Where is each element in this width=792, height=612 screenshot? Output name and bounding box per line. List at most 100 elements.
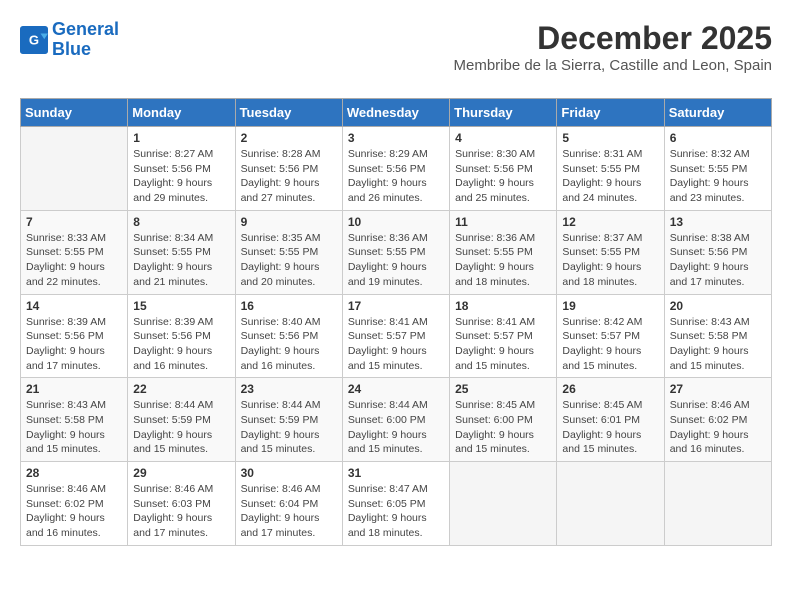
day-info: Sunrise: 8:45 AM Sunset: 6:01 PM Dayligh… [562,398,658,457]
calendar-cell [557,462,664,546]
calendar-cell: 25Sunrise: 8:45 AM Sunset: 6:00 PM Dayli… [450,378,557,462]
day-number: 16 [241,299,337,313]
day-info: Sunrise: 8:33 AM Sunset: 5:55 PM Dayligh… [26,231,122,290]
day-info: Sunrise: 8:27 AM Sunset: 5:56 PM Dayligh… [133,147,229,206]
day-info: Sunrise: 8:43 AM Sunset: 5:58 PM Dayligh… [26,398,122,457]
day-number: 24 [348,382,444,396]
calendar-cell: 20Sunrise: 8:43 AM Sunset: 5:58 PM Dayli… [664,294,771,378]
calendar-cell: 5 Sunrise: 8:31 AM Sunset: 5:55 PM Daylig… [557,127,664,211]
day-number: 17 [348,299,444,313]
header-sunday: Sunday [21,99,128,127]
calendar-cell: 4 Sunrise: 8:30 AM Sunset: 5:56 PM Daylig… [450,127,557,211]
calendar-cell: 15 Sunrise: 8:39 AM Sunset: 5:56 PM Dayli… [128,294,235,378]
day-info: Sunrise: 8:47 AM Sunset: 6:05 PM Dayligh… [348,482,444,541]
day-info: Sunrise: 8:31 AM Sunset: 5:55 PM Dayligh… [562,147,658,206]
calendar-cell: 19 Sunrise: 8:42 AM Sunset: 5:57 PM Dayli… [557,294,664,378]
calendar-cell: 24 Sunrise: 8:44 AM Sunset: 6:00 PM Dayli… [342,378,449,462]
calendar-cell: 10Sunrise: 8:36 AM Sunset: 5:55 PM Dayli… [342,210,449,294]
header-friday: Friday [557,99,664,127]
calendar-cell: 29Sunrise: 8:46 AM Sunset: 6:03 PM Dayli… [128,462,235,546]
day-number: 27 [670,382,766,396]
day-number: 26 [562,382,658,396]
calendar-cell: 26 Sunrise: 8:45 AM Sunset: 6:01 PM Dayli… [557,378,664,462]
calendar-cell: 2 Sunrise: 8:28 AM Sunset: 5:56 PM Daylig… [235,127,342,211]
day-number: 18 [455,299,551,313]
calendar-cell: 13Sunrise: 8:38 AM Sunset: 5:56 PM Dayli… [664,210,771,294]
day-number: 5 [562,131,658,145]
header-wednesday: Wednesday [342,99,449,127]
day-number: 4 [455,131,551,145]
day-info: Sunrise: 8:30 AM Sunset: 5:56 PM Dayligh… [455,147,551,206]
day-number: 22 [133,382,229,396]
logo-line1: General [52,19,119,39]
calendar-cell: 16 Sunrise: 8:40 AM Sunset: 5:56 PM Dayli… [235,294,342,378]
calendar-week-5: 28 Sunrise: 8:46 AM Sunset: 6:02 PM Dayli… [21,462,772,546]
calendar-cell: 18 Sunrise: 8:41 AM Sunset: 5:57 PM Dayli… [450,294,557,378]
calendar-week-3: 14Sunrise: 8:39 AM Sunset: 5:56 PM Dayli… [21,294,772,378]
title-section: December 2025 Membribe de la Sierra, Cas… [453,20,772,86]
day-info: Sunrise: 8:44 AM Sunset: 5:59 PM Dayligh… [241,398,337,457]
calendar-cell: 23 Sunrise: 8:44 AM Sunset: 5:59 PM Dayli… [235,378,342,462]
day-info: Sunrise: 8:46 AM Sunset: 6:02 PM Dayligh… [670,398,766,457]
day-number: 15 [133,299,229,313]
day-number: 12 [562,215,658,229]
day-info: Sunrise: 8:40 AM Sunset: 5:56 PM Dayligh… [241,315,337,374]
calendar-cell: 17 Sunrise: 8:41 AM Sunset: 5:57 PM Dayli… [342,294,449,378]
calendar-cell: 12 Sunrise: 8:37 AM Sunset: 5:55 PM Dayli… [557,210,664,294]
logo: G General Blue [20,20,119,60]
calendar-cell: 6Sunrise: 8:32 AM Sunset: 5:55 PM Daylig… [664,127,771,211]
header-monday: Monday [128,99,235,127]
calendar-cell: 3 Sunrise: 8:29 AM Sunset: 5:56 PM Daylig… [342,127,449,211]
calendar-cell [664,462,771,546]
svg-text:G: G [29,32,39,47]
day-info: Sunrise: 8:44 AM Sunset: 6:00 PM Dayligh… [348,398,444,457]
day-number: 9 [241,215,337,229]
logo-icon: G [20,26,48,54]
day-number: 21 [26,382,122,396]
day-number: 19 [562,299,658,313]
month-title: December 2025 [453,20,772,57]
header-thursday: Thursday [450,99,557,127]
day-number: 28 [26,466,122,480]
day-info: Sunrise: 8:41 AM Sunset: 5:57 PM Dayligh… [455,315,551,374]
calendar-week-1: 1 Sunrise: 8:27 AM Sunset: 5:56 PM Daylig… [21,127,772,211]
day-info: Sunrise: 8:42 AM Sunset: 5:57 PM Dayligh… [562,315,658,374]
day-number: 6 [670,131,766,145]
day-info: Sunrise: 8:41 AM Sunset: 5:57 PM Dayligh… [348,315,444,374]
day-info: Sunrise: 8:46 AM Sunset: 6:02 PM Dayligh… [26,482,122,541]
header-tuesday: Tuesday [235,99,342,127]
day-info: Sunrise: 8:44 AM Sunset: 5:59 PM Dayligh… [133,398,229,457]
day-number: 3 [348,131,444,145]
calendar-cell: 14Sunrise: 8:39 AM Sunset: 5:56 PM Dayli… [21,294,128,378]
day-info: Sunrise: 8:29 AM Sunset: 5:56 PM Dayligh… [348,147,444,206]
calendar-week-2: 7 Sunrise: 8:33 AM Sunset: 5:55 PM Daylig… [21,210,772,294]
day-number: 20 [670,299,766,313]
calendar-cell: 8 Sunrise: 8:34 AM Sunset: 5:55 PM Daylig… [128,210,235,294]
day-info: Sunrise: 8:34 AM Sunset: 5:55 PM Dayligh… [133,231,229,290]
day-number: 11 [455,215,551,229]
calendar-cell: 22 Sunrise: 8:44 AM Sunset: 5:59 PM Dayli… [128,378,235,462]
day-number: 1 [133,131,229,145]
day-number: 23 [241,382,337,396]
calendar-table: Sunday Monday Tuesday Wednesday Thursday… [20,98,772,546]
calendar-week-4: 21 Sunrise: 8:43 AM Sunset: 5:58 PM Dayli… [21,378,772,462]
calendar-cell: 28 Sunrise: 8:46 AM Sunset: 6:02 PM Dayli… [21,462,128,546]
day-number: 30 [241,466,337,480]
day-info: Sunrise: 8:28 AM Sunset: 5:56 PM Dayligh… [241,147,337,206]
day-info: Sunrise: 8:37 AM Sunset: 5:55 PM Dayligh… [562,231,658,290]
calendar-cell [450,462,557,546]
day-number: 7 [26,215,122,229]
calendar-cell: 1 Sunrise: 8:27 AM Sunset: 5:56 PM Daylig… [128,127,235,211]
calendar-cell: 21 Sunrise: 8:43 AM Sunset: 5:58 PM Dayli… [21,378,128,462]
day-info: Sunrise: 8:46 AM Sunset: 6:03 PM Dayligh… [133,482,229,541]
day-info: Sunrise: 8:39 AM Sunset: 5:56 PM Dayligh… [133,315,229,374]
calendar-cell: 9Sunrise: 8:35 AM Sunset: 5:55 PM Daylig… [235,210,342,294]
calendar-header-row: Sunday Monday Tuesday Wednesday Thursday… [21,99,772,127]
day-number: 8 [133,215,229,229]
calendar-cell: 27 Sunrise: 8:46 AM Sunset: 6:02 PM Dayli… [664,378,771,462]
day-info: Sunrise: 8:46 AM Sunset: 6:04 PM Dayligh… [241,482,337,541]
day-info: Sunrise: 8:45 AM Sunset: 6:00 PM Dayligh… [455,398,551,457]
calendar-cell [21,127,128,211]
header-saturday: Saturday [664,99,771,127]
day-number: 2 [241,131,337,145]
